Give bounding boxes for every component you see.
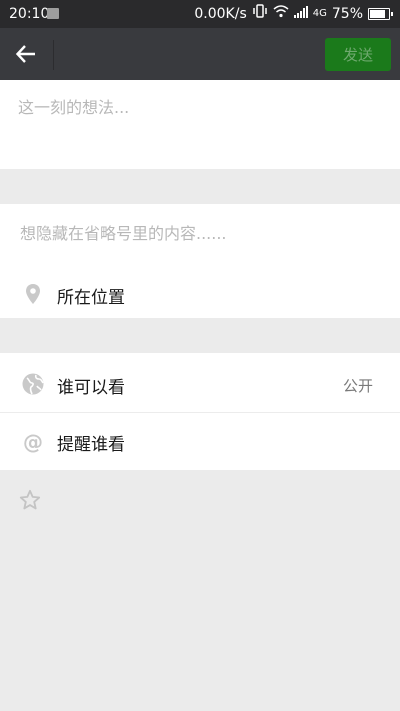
nav-bar: 发送 <box>0 28 400 80</box>
globe-icon <box>21 372 45 396</box>
remind-row[interactable]: @ 提醒谁看 <box>0 413 400 469</box>
back-button[interactable] <box>8 36 44 72</box>
privacy-section: 谁可以看 公开 @ 提醒谁看 <box>0 353 400 470</box>
who-can-see-row[interactable]: 谁可以看 公开 <box>0 353 400 413</box>
vibrate-icon <box>252 0 268 28</box>
location-row[interactable]: 所在位置 <box>0 268 400 318</box>
location-label: 所在位置 <box>57 288 125 308</box>
back-arrow-icon <box>15 45 35 63</box>
nav-divider <box>53 40 54 70</box>
status-right: 0.00K/s 4G 75% <box>194 0 393 28</box>
fold-text-input[interactable]: 想隐藏在省略号里的内容...... <box>20 220 227 244</box>
at-sign-icon: @ <box>21 430 45 454</box>
who-can-see-label: 谁可以看 <box>57 378 125 398</box>
battery-icon <box>368 8 393 20</box>
send-button[interactable]: 发送 <box>325 38 391 71</box>
image-notification-icon <box>47 8 59 19</box>
location-pin-icon <box>21 282 45 306</box>
who-can-see-value: 公开 <box>342 377 373 395</box>
post-input-area[interactable]: 这一刻的想法... <box>0 80 400 169</box>
status-time: 20:10 <box>9 6 50 22</box>
wifi-icon <box>273 0 289 28</box>
network-type: 4G <box>312 8 327 19</box>
network-speed: 0.00K/s <box>194 6 247 22</box>
svg-text:@: @ <box>23 430 43 454</box>
battery-percent: 75% <box>331 6 363 22</box>
signal-icon <box>293 0 308 28</box>
star-icon[interactable] <box>19 489 41 511</box>
status-bar: 20:10 0.00K/s 4G 75% <box>0 0 400 28</box>
remind-label: 提醒谁看 <box>57 435 125 455</box>
post-text-input[interactable]: 这一刻的想法... <box>18 94 129 118</box>
